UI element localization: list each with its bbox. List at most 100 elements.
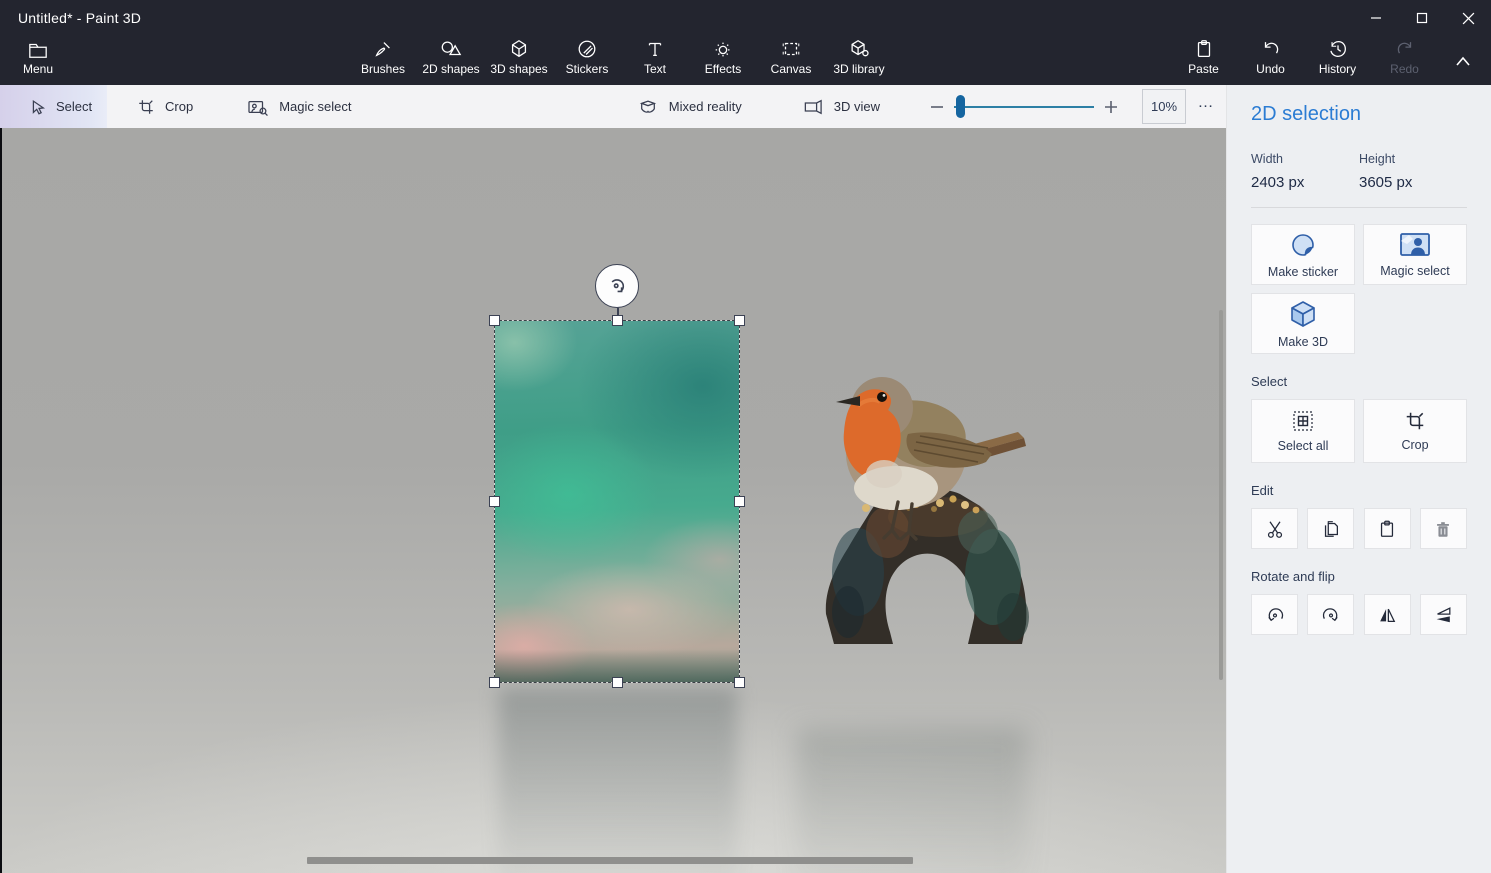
select-all-button[interactable]: Select all (1251, 399, 1355, 463)
make-3d-cube-icon (1289, 299, 1317, 329)
delete-button[interactable] (1420, 508, 1467, 549)
select-buttons: Select all Crop (1251, 399, 1467, 463)
redo-button[interactable]: Redo (1371, 36, 1438, 76)
edit-section-heading: Edit (1251, 483, 1467, 498)
window-title: Untitled* - Paint 3D (18, 10, 141, 26)
canvas-button[interactable]: Canvas (757, 36, 825, 76)
paste-button[interactable]: Paste (1170, 36, 1237, 76)
resize-handle-s[interactable] (612, 677, 623, 688)
crop-panel-label: Crop (1401, 438, 1428, 452)
magic-select-tool-button[interactable]: Magic select (231, 85, 367, 128)
rotate-left-button[interactable] (1251, 594, 1298, 635)
canvas-icon (780, 38, 802, 60)
brushes-button[interactable]: Brushes (349, 36, 417, 76)
copy-button[interactable] (1307, 508, 1354, 549)
paint3d-window: Untitled* - Paint 3D Menu (0, 0, 1491, 873)
2d-shapes-icon (439, 38, 463, 60)
zoom-in-button[interactable] (1094, 85, 1128, 128)
rotate-right-button[interactable] (1307, 594, 1354, 635)
select-tool-button[interactable]: Select (0, 85, 107, 128)
zoom-slider-track[interactable] (954, 106, 1094, 108)
stickers-icon (576, 38, 598, 60)
plus-icon (1103, 99, 1119, 115)
cut-button[interactable] (1251, 508, 1298, 549)
paste-icon (1193, 38, 1215, 60)
3d-library-label: 3D library (833, 62, 884, 76)
horizontal-scrollbar[interactable] (307, 857, 913, 864)
titlebar: Untitled* - Paint 3D (0, 0, 1491, 36)
redo-label: Redo (1390, 62, 1419, 76)
robin-bird-image[interactable] (788, 362, 1034, 646)
brush-icon (372, 38, 394, 60)
convert-buttons: Make sticker Magic select Make 3D (1251, 224, 1467, 354)
sub-toolbar: Select Crop Magic select Mixed reality 3… (0, 85, 1226, 128)
zoom-controls: 10% … (920, 85, 1226, 128)
undo-button[interactable]: Undo (1237, 36, 1304, 76)
trash-icon (1433, 519, 1453, 539)
2d-shapes-button[interactable]: 2D shapes (417, 36, 485, 76)
resize-handle-ne[interactable] (734, 315, 745, 326)
make-sticker-button[interactable]: Make sticker (1251, 224, 1355, 285)
zoom-percentage[interactable]: 10% (1142, 89, 1186, 124)
undo-label: Undo (1256, 62, 1285, 76)
scissors-icon (1265, 519, 1285, 539)
text-button[interactable]: Text (621, 36, 689, 76)
collapse-ribbon-button[interactable] (1448, 46, 1478, 76)
close-button[interactable] (1445, 0, 1491, 36)
selection-shadow (499, 688, 737, 873)
minimize-button[interactable] (1353, 0, 1399, 36)
teal-image-content[interactable] (495, 321, 739, 682)
flip-horizontal-button[interactable] (1364, 594, 1411, 635)
3d-view-icon (802, 98, 824, 116)
crop-icon (137, 98, 155, 116)
3d-shapes-icon (508, 38, 530, 60)
maximize-button[interactable] (1399, 0, 1445, 36)
redo-icon (1394, 38, 1416, 60)
resize-handle-se[interactable] (734, 677, 745, 688)
height-label: Height (1359, 152, 1467, 166)
2d-shapes-label: 2D shapes (422, 62, 479, 76)
canvas-viewport[interactable] (0, 128, 1226, 873)
height-field: Height 3605 px (1359, 152, 1467, 191)
resize-handle-e[interactable] (734, 496, 745, 507)
zoom-slider[interactable] (954, 85, 1094, 128)
make-3d-button[interactable]: Make 3D (1251, 293, 1355, 354)
menu-button[interactable]: Menu (0, 36, 76, 76)
paste-panel-button[interactable] (1364, 508, 1411, 549)
history-button[interactable]: History (1304, 36, 1371, 76)
history-icon (1327, 38, 1349, 60)
magic-select-icon (247, 98, 269, 116)
3d-library-button[interactable]: 3D library (825, 36, 893, 76)
folder-icon (27, 38, 49, 60)
crop-panel-button[interactable]: Crop (1363, 399, 1467, 463)
flip-vertical-button[interactable] (1420, 594, 1467, 635)
3d-view-button[interactable]: 3D view (786, 85, 896, 128)
selected-2d-image[interactable] (495, 321, 739, 682)
vertical-scrollbar[interactable] (1219, 310, 1223, 680)
paste-label: Paste (1188, 62, 1219, 76)
rotate-flip-buttons (1251, 594, 1467, 635)
magic-select-panel-button[interactable]: Magic select (1363, 224, 1467, 285)
width-label: Width (1251, 152, 1359, 166)
rotate-handle[interactable] (595, 264, 639, 308)
3d-shapes-button[interactable]: 3D shapes (485, 36, 553, 76)
crop-panel-icon (1404, 410, 1426, 432)
resize-handle-sw[interactable] (489, 677, 500, 688)
window-controls (1353, 0, 1491, 36)
3d-library-icon (848, 38, 870, 60)
side-panel: 2D selection Width 2403 px Height 3605 p… (1226, 85, 1491, 873)
resize-handle-nw[interactable] (489, 315, 500, 326)
effects-button[interactable]: Effects (689, 36, 757, 76)
mixed-reality-button[interactable]: Mixed reality (621, 85, 758, 128)
crop-tool-label: Crop (165, 99, 193, 114)
width-field: Width 2403 px (1251, 152, 1359, 191)
stickers-label: Stickers (566, 62, 609, 76)
resize-handle-w[interactable] (489, 496, 500, 507)
zoom-out-button[interactable] (920, 85, 954, 128)
resize-handle-n[interactable] (612, 315, 623, 326)
stickers-button[interactable]: Stickers (553, 36, 621, 76)
action-group: Paste Undo History Redo (1170, 36, 1438, 76)
zoom-slider-thumb[interactable] (956, 95, 965, 118)
more-options-button[interactable]: … (1186, 85, 1226, 128)
crop-tool-button[interactable]: Crop (121, 85, 209, 128)
